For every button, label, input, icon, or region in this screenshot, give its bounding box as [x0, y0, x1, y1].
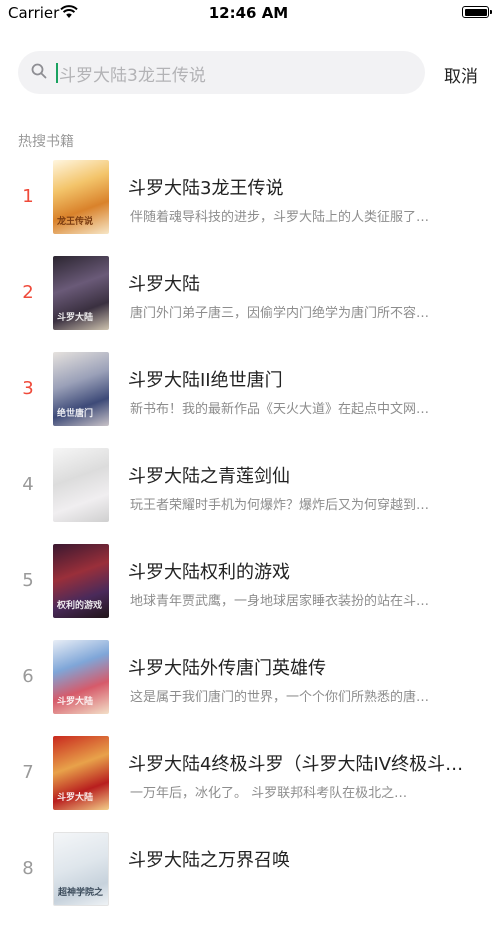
book-title: 斗罗大陆之青莲剑仙 [128, 466, 290, 487]
book-cover [53, 448, 109, 522]
book-cover: 超神学院之 [53, 832, 109, 906]
book-list-item[interactable]: 5 权利的游戏 斗罗大陆权利的游戏 地球青年贾武鹰，一身地球居家睡衣装扮的站在斗… [0, 544, 497, 640]
book-list-item[interactable]: 4 斗罗大陆之青莲剑仙 玩王者荣耀时手机为何爆炸？爆炸后又为何穿越到… [0, 448, 497, 544]
book-description: 地球青年贾武鹰，一身地球居家睡衣装扮的站在斗… [130, 594, 430, 609]
book-title: 斗罗大陆之万界召唤 [128, 850, 290, 871]
book-list-item[interactable]: 2 斗罗大陆 斗罗大陆 唐门外门弟子唐三，因偷学内门绝学为唐门所不容… [0, 256, 497, 352]
text-cursor [56, 63, 58, 83]
cancel-button[interactable]: 取消 [444, 62, 478, 87]
rank-number: 7 [22, 762, 34, 783]
cover-title: 绝世唐门 [57, 409, 94, 419]
book-description: 新书布！我的最新作品《天火大道》在起点中文网… [130, 402, 430, 417]
book-list-item[interactable]: 1 龙王传说 斗罗大陆3龙王传说 伴随着魂导科技的进步，斗罗大陆上的人类征服了… [0, 160, 497, 256]
book-cover: 绝世唐门 [53, 352, 109, 426]
book-cover: 斗罗大陆 [53, 256, 109, 330]
book-title: 斗罗大陆II绝世唐门 [128, 370, 283, 391]
book-title: 斗罗大陆3龙王传说 [128, 178, 284, 199]
cover-title: 权利的游戏 [57, 601, 103, 611]
book-description: 这是属于我们唐门的世界，一个个你们所熟悉的唐… [130, 690, 430, 705]
battery-icon [462, 6, 492, 18]
cover-title: 超神学院之 [58, 888, 104, 898]
book-list-item[interactable]: 6 斗罗大陆 斗罗大陆外传唐门英雄传 这是属于我们唐门的世界，一个个你们所熟悉的… [0, 640, 497, 736]
book-cover: 权利的游戏 [53, 544, 109, 618]
book-description: 一万年后，冰化了。 斗罗联邦科考队在极北之… [130, 786, 408, 801]
book-description: 伴随着魂导科技的进步，斗罗大陆上的人类征服了… [130, 210, 430, 225]
search-input[interactable]: 斗罗大陆3龙王传说 [18, 51, 425, 94]
cover-title: 斗罗大陆 [57, 697, 94, 707]
rank-number: 6 [22, 666, 34, 687]
book-list-item[interactable]: 3 绝世唐门 斗罗大陆II绝世唐门 新书布！我的最新作品《天火大道》在起点中文网… [0, 352, 497, 448]
cover-title: 龙王传说 [57, 217, 94, 227]
book-title: 斗罗大陆外传唐门英雄传 [128, 658, 326, 679]
book-list-item[interactable]: 7 斗罗大陆 斗罗大陆4终极斗罗（斗罗大陆IV终极斗罗） 一万年后，冰化了。 斗… [0, 736, 497, 832]
book-title: 斗罗大陆4终极斗罗（斗罗大陆IV终极斗罗） [128, 754, 473, 775]
rank-number: 4 [22, 474, 34, 495]
rank-number: 8 [22, 858, 34, 879]
rank-number: 2 [22, 282, 34, 303]
section-title: 热搜书籍 [18, 134, 74, 150]
book-cover: 龙王传说 [53, 160, 109, 234]
book-cover: 斗罗大陆 [53, 736, 109, 810]
cover-title: 斗罗大陆 [57, 793, 94, 803]
search-query[interactable]: 斗罗大陆3龙王传说 [59, 61, 206, 86]
cover-title: 斗罗大陆 [57, 313, 94, 323]
rank-number: 5 [22, 570, 34, 591]
book-description: 唐门外门弟子唐三，因偷学内门绝学为唐门所不容… [130, 306, 430, 321]
rank-number: 3 [22, 378, 34, 399]
status-bar: Carrier 12:46 AM [0, 0, 497, 28]
status-time: 12:46 AM [208, 4, 289, 22]
book-title: 斗罗大陆权利的游戏 [128, 562, 290, 583]
book-list-item[interactable]: 8 超神学院之 斗罗大陆之万界召唤 [0, 832, 497, 928]
book-cover: 斗罗大陆 [53, 640, 109, 714]
book-description: 玩王者荣耀时手机为何爆炸？爆炸后又为何穿越到… [130, 498, 430, 513]
book-title: 斗罗大陆 [128, 274, 200, 295]
rank-number: 1 [22, 186, 34, 207]
search-icon [31, 63, 47, 79]
hot-books-list: 1 龙王传说 斗罗大陆3龙王传说 伴随着魂导科技的进步，斗罗大陆上的人类征服了…… [0, 160, 497, 928]
